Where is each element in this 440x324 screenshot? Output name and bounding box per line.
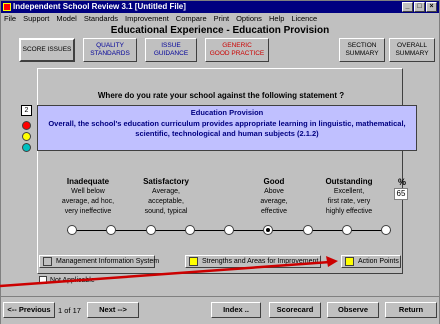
slider-stop[interactable] — [381, 225, 391, 235]
rating-desc-line: sound, typical — [144, 208, 188, 215]
tab-generic-good-practice[interactable]: GENERIC GOOD PRACTICE — [205, 38, 269, 62]
strengths-swatch-icon — [189, 257, 198, 266]
checkbox-box[interactable] — [39, 276, 47, 284]
page-indicator: 1 of 17 — [58, 306, 81, 315]
issue-indicators: 2 — [19, 105, 37, 153]
tab-quality-standards-line2: STANDARDS — [90, 50, 130, 57]
tab-generic-line1: GENERIC — [222, 42, 252, 49]
menu-options[interactable]: Options — [236, 13, 262, 24]
mis-button-label: Management Information System — [56, 258, 160, 265]
observe-button[interactable]: Observe — [327, 302, 379, 318]
rating-desc-line: average, ad hoc, — [61, 198, 115, 205]
rating-inadequate: Inadequate Well below average, ad hoc, v… — [53, 177, 123, 216]
mis-button[interactable]: Management Information System — [39, 255, 159, 268]
menu-help[interactable]: Help — [269, 13, 284, 24]
section-tabs: SCORE ISSUES QUALITY STANDARDS ISSUE GUI… — [19, 38, 439, 64]
issue-number: 2 — [21, 105, 32, 116]
statement-title: Education Provision — [190, 108, 264, 117]
rating-desc-line: acceptable, — [148, 198, 184, 205]
rating-outstanding: Outstanding Excellent, first rate, very … — [314, 177, 384, 216]
menu-bar: File Support Model Standards Improvement… — [1, 13, 439, 24]
rating-panel: Where do you rate your school against th… — [37, 68, 403, 274]
tab-score-issues[interactable]: SCORE ISSUES — [19, 38, 75, 62]
rating-good: Good Above average, effective — [239, 177, 309, 216]
rating-title: Satisfactory — [143, 177, 189, 186]
action-points-button[interactable]: Action Points — [341, 255, 401, 268]
mis-swatch-icon — [43, 257, 52, 266]
tab-section-summary[interactable]: SECTION SUMMARY — [339, 38, 385, 62]
rating-title: Good — [263, 177, 285, 186]
tab-generic-line2: GOOD PRACTICE — [209, 50, 265, 57]
slider-stop[interactable] — [342, 225, 352, 235]
page-title: Educational Experience - Education Provi… — [110, 25, 330, 36]
rating-desc-line: Average, — [152, 188, 180, 195]
rating-desc-line: highly effective — [325, 208, 373, 215]
rating-desc-line: average, — [260, 198, 288, 205]
statement-text: Overall, the school's education curricul… — [48, 119, 406, 138]
red-light-icon[interactable] — [22, 121, 31, 130]
slider-stop[interactable] — [303, 225, 313, 235]
minimize-button[interactable]: _ — [402, 2, 413, 12]
scorecard-button[interactable]: Scorecard — [269, 302, 321, 318]
footer-bar: <-- Previous 1 of 17 Next --> Index .. S… — [1, 296, 439, 324]
rating-title: Inadequate — [66, 177, 110, 186]
rating-title: Outstanding — [325, 177, 373, 186]
rating-desc-line: Excellent, — [333, 188, 365, 195]
not-applicable-label: Not Applicable — [50, 277, 95, 284]
slider-stop[interactable] — [106, 225, 116, 235]
percent-value: 65 — [394, 188, 408, 200]
menu-model[interactable]: Model — [56, 13, 76, 24]
slider-stop[interactable] — [224, 225, 234, 235]
menu-support[interactable]: Support — [23, 13, 49, 24]
previous-button[interactable]: <-- Previous — [3, 302, 55, 318]
tab-quality-standards[interactable]: QUALITY STANDARDS — [83, 38, 137, 62]
not-applicable-checkbox[interactable]: Not Applicable — [39, 276, 95, 285]
slider-stop[interactable] — [146, 225, 156, 235]
rating-desc-line: effective — [261, 208, 287, 215]
statement-box: Education Provision Overall, the school'… — [37, 105, 417, 151]
tab-score-issues-label: SCORE ISSUES — [22, 46, 72, 53]
next-button[interactable]: Next --> — [87, 302, 139, 318]
slider-stop[interactable] — [67, 225, 77, 235]
menu-file[interactable]: File — [4, 13, 16, 24]
menu-print[interactable]: Print — [214, 13, 229, 24]
menu-licence[interactable]: Licence — [291, 13, 317, 24]
action-points-button-label: Action Points — [358, 258, 399, 265]
window-title: Independent School Review 3.1 [Untitled … — [13, 2, 186, 11]
rating-desc-line: Well below — [71, 188, 105, 195]
tab-overall-summary-line2: SUMMARY — [395, 50, 429, 57]
app-icon — [3, 3, 11, 11]
return-button[interactable]: Return — [385, 302, 437, 318]
index-button[interactable]: Index .. — [211, 302, 261, 318]
tab-overall-summary-line1: OVERALL — [397, 42, 427, 49]
menu-improvement[interactable]: Improvement — [125, 13, 169, 24]
tab-issue-guidance-line1: ISSUE — [161, 42, 181, 49]
rating-desc-line: first rate, very — [327, 198, 371, 205]
tab-issue-guidance-line2: GUIDANCE — [153, 50, 189, 57]
rating-desc-line: very ineffective — [64, 208, 112, 215]
tab-section-summary-line1: SECTION — [347, 42, 377, 49]
maximize-button[interactable]: □ — [414, 2, 425, 12]
rating-question: Where do you rate your school against th… — [97, 91, 345, 100]
app-window: Independent School Review 3.1 [Untitled … — [0, 0, 440, 324]
tab-quality-standards-line1: QUALITY — [96, 42, 124, 49]
strengths-button-label: Strengths and Areas for Improvement — [202, 258, 319, 265]
tab-section-summary-line2: SUMMARY — [345, 50, 379, 57]
rating-slider[interactable] — [67, 225, 391, 237]
slider-stop[interactable] — [263, 225, 273, 235]
tab-overall-summary[interactable]: OVERALL SUMMARY — [389, 38, 435, 62]
close-button[interactable]: × — [426, 2, 437, 12]
tab-issue-guidance[interactable]: ISSUE GUIDANCE — [145, 38, 197, 62]
title-bar: Independent School Review 3.1 [Untitled … — [1, 1, 439, 13]
menu-standards[interactable]: Standards — [84, 13, 118, 24]
slider-stop[interactable] — [185, 225, 195, 235]
rating-satisfactory: Satisfactory Average, acceptable, sound,… — [131, 177, 201, 216]
percent-label: % — [398, 177, 407, 187]
menu-compare[interactable]: Compare — [176, 13, 207, 24]
teal-light-icon[interactable] — [22, 143, 31, 152]
action-points-swatch-icon — [345, 257, 354, 266]
strengths-button[interactable]: Strengths and Areas for Improvement — [185, 255, 321, 268]
rating-desc-line: Above — [264, 188, 284, 195]
yellow-light-icon[interactable] — [22, 132, 31, 141]
